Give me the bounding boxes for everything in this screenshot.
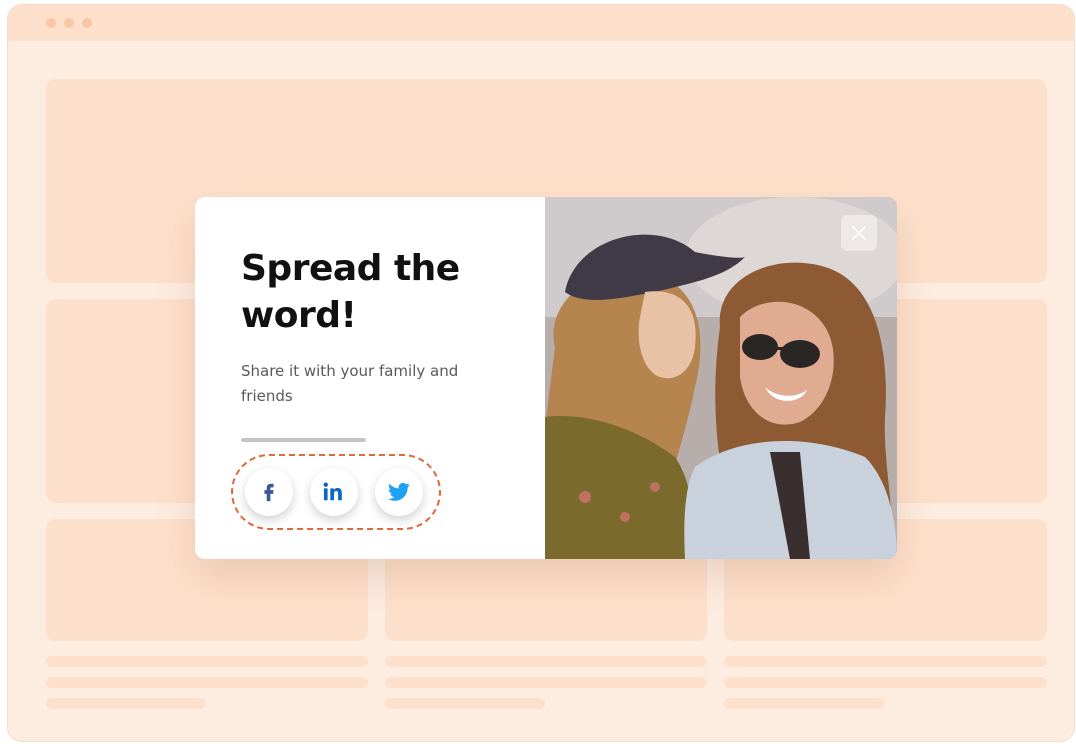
linkedin-share-button[interactable] [310, 468, 358, 516]
share-popup: Spread the word! Share it with your fami… [195, 197, 897, 559]
browser-titlebar [8, 5, 1074, 41]
popup-content: Spread the word! Share it with your fami… [195, 197, 545, 559]
placeholder-text-line [724, 698, 884, 709]
placeholder-text-line [46, 698, 206, 709]
close-button[interactable] [841, 215, 877, 251]
share-buttons-highlight [231, 454, 441, 530]
twitter-share-button[interactable] [375, 468, 423, 516]
close-icon [852, 226, 866, 240]
divider [241, 438, 366, 442]
facebook-share-button[interactable] [245, 468, 293, 516]
placeholder-text-line [724, 677, 1047, 688]
placeholder-text-line [724, 656, 1047, 667]
popup-subtext: Share it with your family and friends [241, 362, 459, 405]
window-dot [82, 18, 92, 28]
window-dot [64, 18, 74, 28]
popup-photo [545, 197, 897, 559]
facebook-icon [264, 483, 274, 502]
placeholder-text-line [385, 698, 545, 709]
placeholder-text-line [385, 677, 707, 688]
placeholder-text-line [385, 656, 707, 667]
window-dot [46, 18, 56, 28]
linkedin-icon [323, 482, 342, 501]
friends-photo [545, 197, 897, 559]
placeholder-text-line [46, 656, 368, 667]
popup-headline: Spread the word! [241, 248, 460, 336]
twitter-icon [388, 482, 410, 501]
placeholder-text-line [46, 677, 368, 688]
